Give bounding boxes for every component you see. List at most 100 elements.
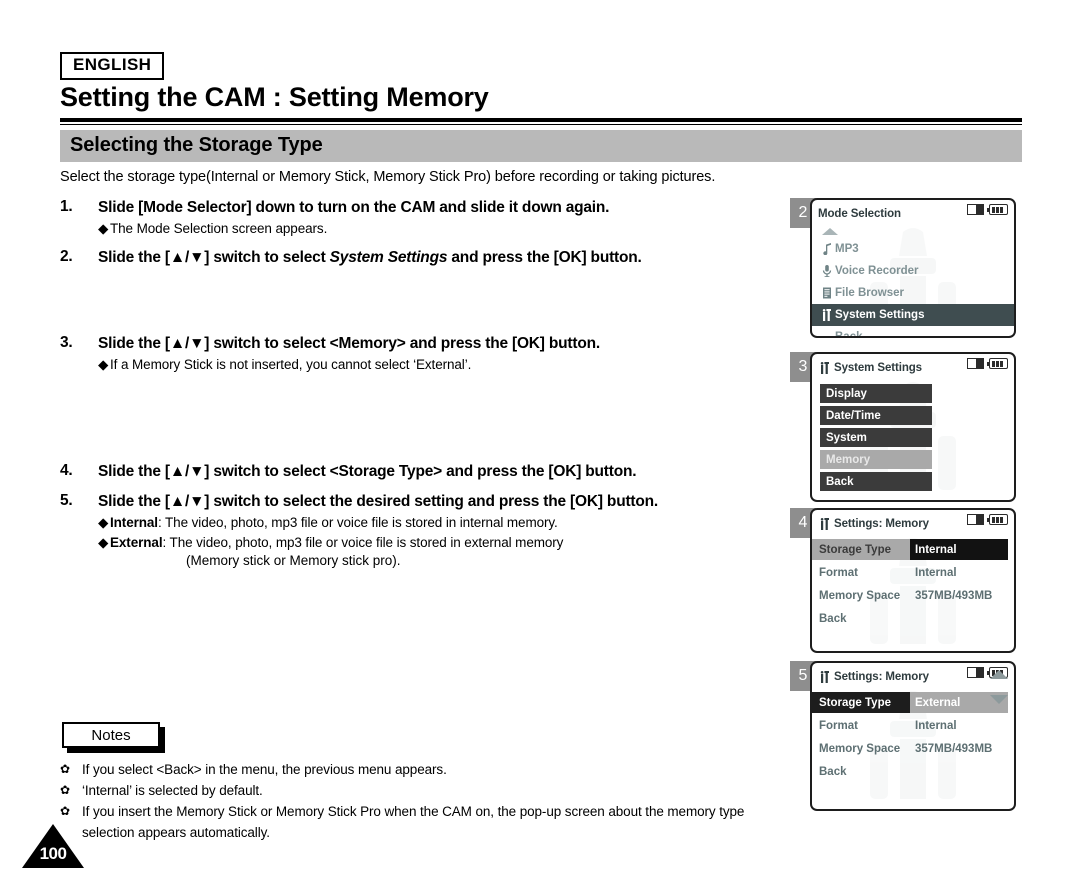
menu-item-mp3-label: MP3 [835,243,859,255]
menu-item-system-settings[interactable]: System Settings [812,304,1014,326]
battery-icon [987,514,1008,525]
lcd-screen-4: Settings: Memory Storage Type Internal F… [810,508,1016,653]
step-2: 2. Slide the [▲/▼] switch to select Syst… [60,248,785,268]
setting-key-back: Back [819,612,847,625]
external-description-cont: (Memory stick or Memory stick pro). [186,553,401,569]
setting-key-storage-type: Storage Type [812,539,910,560]
step-2-number: 2. [60,248,73,266]
setting-value-memory-space: 357MB/493MB [915,589,993,602]
note-item-text: If you insert the Memory Stick or Memory… [82,803,745,840]
lcd-3-title: System Settings [834,362,922,374]
clover-bullet-icon: ✿ [60,762,70,776]
settings-tools-icon [818,362,832,374]
setting-row-storage-type[interactable]: Storage Type External [812,692,1014,713]
settings-button-back[interactable]: Back [820,472,932,491]
step-5-number: 5. [60,491,73,509]
lcd-2-status-icons [967,204,1008,215]
diamond-bullet-icon: ◆ [98,356,109,372]
note-item: ✿ If you select <Back> in the menu, the … [60,760,780,781]
menu-item-file-browser[interactable]: File Browser [812,282,1014,304]
section-title: Selecting the Storage Type [70,134,323,156]
menu-item-mp3[interactable]: MP3 [812,238,1014,260]
lcd-2-menu-list: MP3 Voice Recorder File Browser System S… [812,238,1014,336]
lcd-4-header: Settings: Memory [812,510,1014,534]
lcd-4-title: Settings: Memory [834,518,929,530]
setting-row-format[interactable]: Format Internal [812,715,1014,736]
instruction-steps: 1. Slide [Mode Selector] down to turn on… [60,198,785,570]
scroll-up-arrow-icon[interactable] [822,227,838,235]
setting-key-storage-type: Storage Type [812,692,910,713]
setting-row-back[interactable]: Back [812,608,1014,629]
section-header-bar: Selecting the Storage Type [60,130,1022,162]
step-1: 1. Slide [Mode Selector] down to turn on… [60,198,785,238]
step-4: 4. Slide the [▲/▼] switch to select <Sto… [60,462,785,482]
music-note-icon [819,243,835,255]
notes-tab-label: Notes [91,727,131,744]
setting-row-memory-space: Memory Space 357MB/493MB [812,738,1014,759]
lcd-screen-5: Settings: Memory Storage Type External F… [810,661,1016,811]
settings-button-system[interactable]: System [820,428,932,447]
document-icon [819,287,835,299]
step-5-internal-bullet: ◆ Internal: The video, photo, mp3 file or… [60,514,785,532]
menu-item-voice-recorder[interactable]: Voice Recorder [812,260,1014,282]
setting-row-format[interactable]: Format Internal [812,562,1014,583]
internal-description: : The video, photo, mp3 file or voice fi… [157,514,558,530]
page-number-marker: 100 [22,824,84,868]
page-title: Setting the CAM : Setting Memory [60,82,489,112]
note-item-text: ‘Internal’ is selected by default. [82,782,263,798]
step-2-text-mid: ] switch to select [204,249,330,267]
setting-key-format: Format [819,566,858,579]
step-3-bullet-text: If a Memory Stick is not inserted, you c… [110,356,472,372]
clover-bullet-icon: ✿ [60,782,70,797]
settings-tools-icon [818,518,832,530]
setting-value-back [910,608,1008,629]
menu-item-back[interactable]: Back [812,326,1014,336]
settings-button-back-label: Back [826,475,854,488]
settings-button-date-time[interactable]: Date/Time [820,406,932,425]
setting-value-format[interactable]: Internal [910,562,1008,583]
settings-tools-icon [818,671,832,683]
step-3-bullet: ◆ If a Memory Stick is not inserted, you … [60,356,785,374]
setting-row-back[interactable]: Back [812,761,1014,782]
external-description: : The video, photo, mp3 file or voice fi… [162,534,564,550]
setting-row-storage-type[interactable]: Storage Type Internal [812,539,1014,560]
step-5-external-bullet: ◆ External: The video, photo, mp3 file or… [60,534,785,552]
language-badge: ENGLISH [60,52,165,80]
note-item: ✿ If you insert the Memory Stick or Memo… [60,802,780,844]
title-divider-thick [60,118,1022,122]
settings-button-memory[interactable]: Memory [820,450,932,469]
lcd-4-settings-list: Storage Type Internal Format Internal Me… [812,534,1014,629]
memory-card-icon [967,204,984,215]
setting-key-back: Back [819,765,847,778]
language-label: ENGLISH [73,55,152,74]
lcd-2-scroll-up-row[interactable] [812,224,1014,238]
step-5-text: Slide the [▲/▼] switch to select the des… [98,492,659,510]
setting-value-back [910,761,1008,782]
step-5-external-bullet-cont: (Memory stick or Memory stick pro). [60,552,785,570]
memory-card-icon [967,667,984,678]
lcd-2-title: Mode Selection [818,208,901,220]
battery-icon [987,358,1008,369]
diamond-bullet-icon: ◆ [98,534,109,550]
scroll-up-arrow-icon[interactable] [990,670,1008,679]
lcd-5-settings-list: Storage Type External Format Internal Me… [812,670,1014,782]
step-4-text: Slide the [▲/▼] switch to select <Storag… [98,462,637,480]
setting-value-format[interactable]: Internal [910,715,1008,736]
step-3: 3. Slide the [▲/▼] switch to select <Mem… [60,334,785,374]
settings-button-memory-label: Memory [826,453,871,466]
lcd-3-header: System Settings [812,354,1014,378]
scroll-down-arrow-icon[interactable] [990,695,1008,704]
diamond-bullet-icon: ◆ [98,220,109,236]
lcd-screen-2: Mode Selection MP3 Voice Recorder File B… [810,198,1016,338]
step-5: 5. Slide the [▲/▼] switch to select the … [60,492,785,570]
settings-button-display-label: Display [826,387,867,400]
setting-value-storage-type[interactable]: Internal [910,539,1008,560]
settings-button-display[interactable]: Display [820,384,932,403]
settings-button-date-time-label: Date/Time [826,409,881,422]
setting-row-memory-space: Memory Space 357MB/493MB [812,585,1014,606]
note-item-text: If you select <Back> in the menu, the pr… [82,762,447,777]
step-3-text: Slide the [▲/▼] switch to select <Memory… [98,334,600,352]
setting-key-format: Format [819,719,858,732]
clover-bullet-icon: ✿ [60,803,70,818]
value-stepper-arrows[interactable] [990,670,1008,704]
